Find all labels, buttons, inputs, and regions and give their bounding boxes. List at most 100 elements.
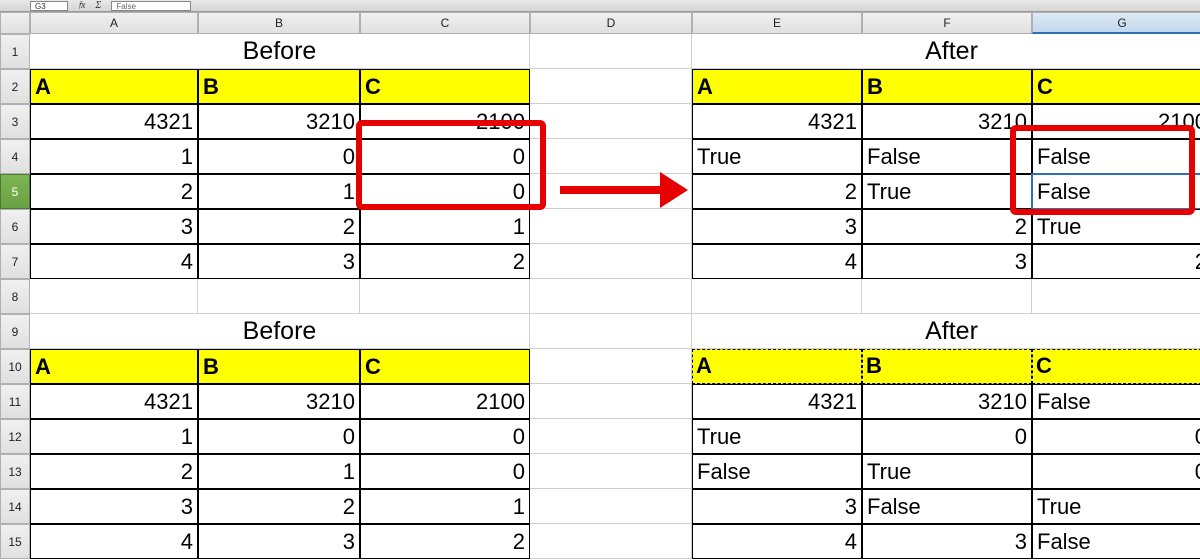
cell-B4[interactable]: 0: [198, 139, 360, 174]
cell-B3[interactable]: 3210: [198, 104, 360, 139]
cell-E8[interactable]: [692, 279, 862, 314]
cell-G6[interactable]: True: [1032, 209, 1200, 244]
cell-E13[interactable]: False: [692, 454, 862, 489]
cell-G8[interactable]: [1032, 279, 1200, 314]
cell-G5[interactable]: False: [1032, 174, 1200, 209]
cell-D4[interactable]: [530, 139, 692, 174]
col-header-D[interactable]: D: [530, 12, 692, 34]
title-before-1[interactable]: Before: [30, 34, 530, 69]
title-after-2[interactable]: After: [692, 314, 1200, 349]
cell-C3[interactable]: 2100: [360, 104, 530, 139]
cell-B8[interactable]: [198, 279, 360, 314]
cell-A4[interactable]: 1: [30, 139, 198, 174]
hdr-F-1[interactable]: B: [862, 69, 1032, 104]
hdr-A-2[interactable]: A: [30, 349, 198, 384]
row-header-3[interactable]: 3: [0, 104, 30, 139]
cell-B13[interactable]: 1: [198, 454, 360, 489]
cell-A14[interactable]: 3: [30, 489, 198, 524]
cell-F15[interactable]: 3: [862, 524, 1032, 559]
cell-F8[interactable]: [862, 279, 1032, 314]
cell-C6[interactable]: 1: [360, 209, 530, 244]
cell-B6[interactable]: 2: [198, 209, 360, 244]
col-header-G[interactable]: G: [1032, 12, 1200, 34]
hdr-F-2[interactable]: B: [862, 349, 1032, 384]
cell-D9[interactable]: [530, 314, 692, 349]
hdr-G-2[interactable]: C: [1032, 349, 1200, 384]
title-after-1[interactable]: After: [692, 34, 1200, 69]
row-header-15[interactable]: 15: [0, 524, 30, 559]
row-header-6[interactable]: 6: [0, 209, 30, 244]
formula-input[interactable]: False: [111, 1, 191, 11]
row-header-10[interactable]: 10: [0, 349, 30, 384]
cell-C15[interactable]: 2: [360, 524, 530, 559]
col-header-A[interactable]: A: [30, 12, 198, 34]
row-header-1[interactable]: 1: [0, 34, 30, 69]
cell-D14[interactable]: [530, 489, 692, 524]
cell-A15[interactable]: 4: [30, 524, 198, 559]
cell-C7[interactable]: 2: [360, 244, 530, 279]
cell-D7[interactable]: [530, 244, 692, 279]
cell-D1[interactable]: [530, 34, 692, 69]
cell-C14[interactable]: 1: [360, 489, 530, 524]
cell-D5[interactable]: [530, 174, 692, 209]
row-header-12[interactable]: 12: [0, 419, 30, 454]
row-header-4[interactable]: 4: [0, 139, 30, 174]
cell-A12[interactable]: 1: [30, 419, 198, 454]
row-header-9[interactable]: 9: [0, 314, 30, 349]
cell-F11[interactable]: 3210: [862, 384, 1032, 419]
cell-D13[interactable]: [530, 454, 692, 489]
fx-icon[interactable]: 𝔣x: [78, 0, 85, 11]
col-header-F[interactable]: F: [862, 12, 1032, 34]
corner-cell[interactable]: [0, 12, 30, 34]
cell-D6[interactable]: [530, 209, 692, 244]
name-box[interactable]: G3: [30, 1, 68, 11]
title-before-2[interactable]: Before: [30, 314, 530, 349]
cell-E5[interactable]: 2: [692, 174, 862, 209]
row-header-13[interactable]: 13: [0, 454, 30, 489]
cell-A13[interactable]: 2: [30, 454, 198, 489]
row-header-5[interactable]: 5: [0, 174, 30, 209]
hdr-A-1[interactable]: A: [30, 69, 198, 104]
cell-A11[interactable]: 4321: [30, 384, 198, 419]
cell-G14[interactable]: True: [1032, 489, 1200, 524]
cell-B15[interactable]: 3: [198, 524, 360, 559]
cell-E14[interactable]: 3: [692, 489, 862, 524]
cell-B11[interactable]: 3210: [198, 384, 360, 419]
hdr-E-1[interactable]: A: [692, 69, 862, 104]
cell-F12[interactable]: 0: [862, 419, 1032, 454]
cell-A3[interactable]: 4321: [30, 104, 198, 139]
cell-E12[interactable]: True: [692, 419, 862, 454]
cell-E15[interactable]: 4: [692, 524, 862, 559]
hdr-G-1[interactable]: C: [1032, 69, 1200, 104]
col-header-E[interactable]: E: [692, 12, 862, 34]
hdr-E-2[interactable]: A: [692, 349, 862, 384]
cell-C5[interactable]: 0: [360, 174, 530, 209]
hdr-C-2[interactable]: C: [360, 349, 530, 384]
cell-E6[interactable]: 3: [692, 209, 862, 244]
row-header-14[interactable]: 14: [0, 489, 30, 524]
cell-D12[interactable]: [530, 419, 692, 454]
sigma-icon[interactable]: Σ: [95, 0, 101, 11]
hdr-B-1[interactable]: B: [198, 69, 360, 104]
cell-G7[interactable]: 2: [1032, 244, 1200, 279]
cell-C12[interactable]: 0: [360, 419, 530, 454]
cell-C11[interactable]: 2100: [360, 384, 530, 419]
cell-F13[interactable]: True: [862, 454, 1032, 489]
cell-G4[interactable]: False: [1032, 139, 1200, 174]
cell-E7[interactable]: 4: [692, 244, 862, 279]
cell-C8[interactable]: [360, 279, 530, 314]
cell-G12[interactable]: 0: [1032, 419, 1200, 454]
col-header-B[interactable]: B: [198, 12, 360, 34]
cell-D8[interactable]: [530, 279, 692, 314]
cell-D10[interactable]: [530, 349, 692, 384]
cell-C4[interactable]: 0: [360, 139, 530, 174]
cell-G3[interactable]: 2100: [1032, 104, 1200, 139]
cell-C13[interactable]: 0: [360, 454, 530, 489]
cell-A5[interactable]: 2: [30, 174, 198, 209]
cell-G13[interactable]: 0: [1032, 454, 1200, 489]
cell-D3[interactable]: [530, 104, 692, 139]
cell-A8[interactable]: [30, 279, 198, 314]
cell-B7[interactable]: 3: [198, 244, 360, 279]
cell-F4[interactable]: False: [862, 139, 1032, 174]
cell-A7[interactable]: 4: [30, 244, 198, 279]
